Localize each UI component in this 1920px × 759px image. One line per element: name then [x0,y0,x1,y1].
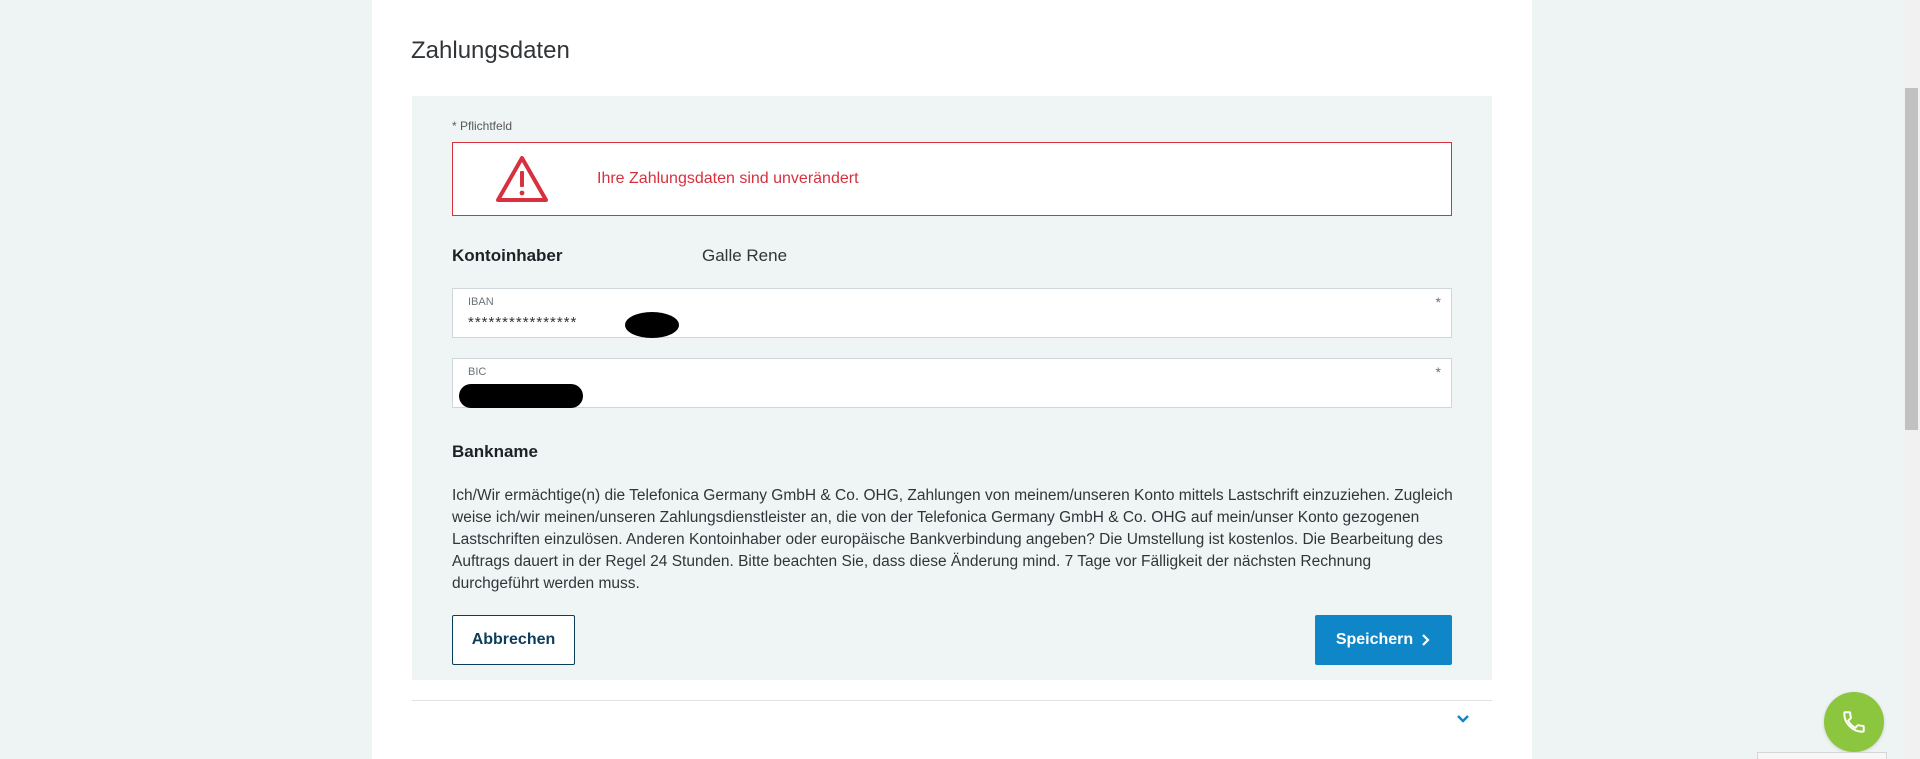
error-alert: Ihre Zahlungsdaten sind unverändert [452,142,1452,216]
bic-redaction [459,384,583,408]
bottom-corner-strip [1757,752,1887,759]
phone-icon [1843,711,1865,733]
iban-input[interactable] [468,311,1368,333]
save-button[interactable]: Speichern [1315,615,1452,665]
account-holder-label: Kontoinhaber [452,246,563,265]
alert-message: Ihre Zahlungsdaten sind unverändert [597,170,859,187]
bic-input[interactable] [468,381,1368,403]
bic-label: BIC [468,366,487,378]
iban-redaction [625,312,679,338]
section-title: Zahlungsdaten [411,37,570,64]
bank-name-label: Bankname [452,442,538,461]
iban-label: IBAN [468,296,494,308]
iban-required-marker: * [1435,294,1441,310]
chevron-right-icon [1422,634,1430,646]
chevron-down-icon[interactable] [1455,711,1471,727]
sepa-mandate-text: Ich/Wir ermächtige(n) die Telefonica Ger… [452,487,1453,592]
account-holder-row: Kontoinhaber Galle Rene [452,246,1452,268]
call-button[interactable] [1824,692,1884,752]
section-divider [412,700,1492,701]
required-field-note: * Pflichtfeld [452,119,513,133]
cancel-button[interactable]: Abbrechen [452,615,575,665]
bic-required-marker: * [1435,364,1441,380]
bic-field[interactable]: BIC * [452,358,1452,408]
account-holder-value: Galle Rene [702,246,788,265]
warning-triangle-icon [496,156,548,202]
main-content-card: Zahlungsdaten * Pflichtfeld Ihre Zahlung… [372,0,1532,759]
scrollbar-thumb[interactable] [1905,88,1918,430]
iban-field[interactable]: IBAN * [452,288,1452,338]
payment-form-panel: * Pflichtfeld Ihre Zahlungsdaten sind un… [412,96,1492,680]
save-button-label: Speichern [1335,631,1414,648]
